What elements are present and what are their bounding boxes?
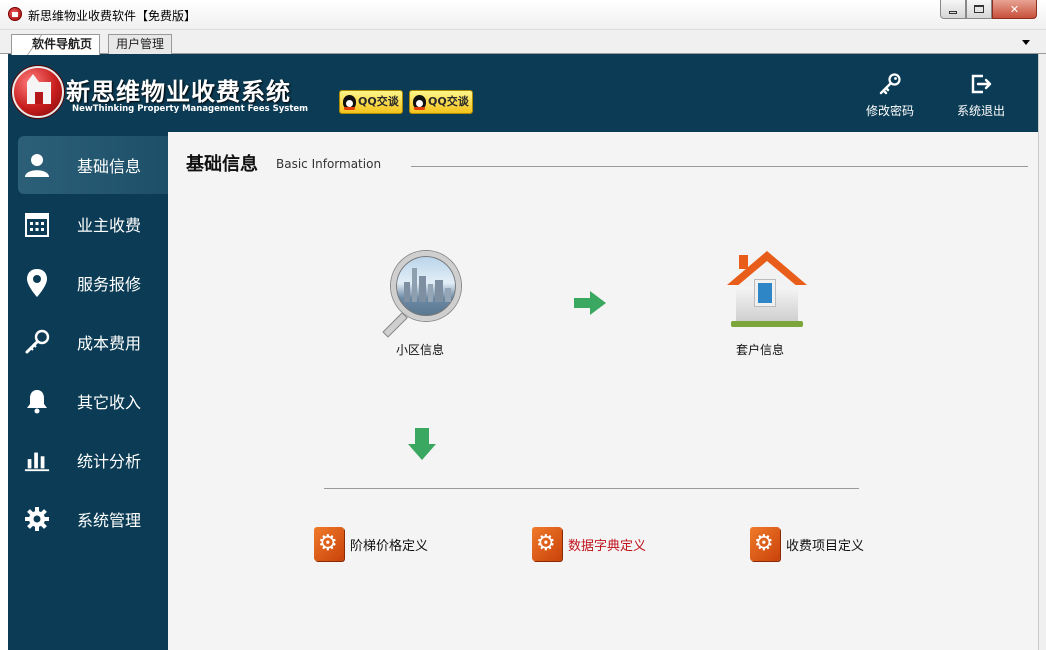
window-right-border [1038,54,1046,650]
qq-chat-button-1[interactable]: QQ交谈 [339,90,403,114]
calendar-icon [24,211,50,237]
tab-user-management[interactable]: 用户管理 [108,34,173,54]
qq-penguin-icon [413,95,426,110]
brand-subtitle: NewThinking Property Management Fees Sys… [72,104,309,114]
main-frame: 新思维物业收费系统 NewThinking Property Managemen… [8,54,1038,650]
customer-info-module[interactable]: 套户信息 [700,247,820,358]
sidebar-item-label: 业主收费 [77,216,142,235]
sidebar-item-system-management[interactable]: 系统管理 [18,490,168,548]
qq-penguin-icon [343,95,356,110]
close-icon: ✕ [1009,2,1020,16]
fee-item-definition-label: 收费项目定义 [786,538,865,554]
window-controls: ✕ [940,0,1037,20]
qq-chat-button-2[interactable]: QQ交谈 [409,90,473,114]
sidebar-item-label: 统计分析 [77,452,142,471]
key-icon [879,73,901,95]
data-dictionary-definition-label: 数据字典定义 [568,538,647,554]
sidebar-item-label: 基础信息 [77,157,142,176]
tab-dropdown-icon[interactable] [1022,40,1030,45]
window-title-bar: 新思维物业收费软件【免费版】 ✕ [0,0,1046,30]
qq-chat-label: QQ交谈 [428,95,469,108]
sidebar-item-other-income[interactable]: 其它收入 [18,372,168,430]
system-exit-label: 系统退出 [956,104,1005,118]
system-exit-button[interactable]: 系统退出 [946,72,1016,119]
tiered-price-definition-label: 阶梯价格定义 [350,538,429,554]
gear-tile-icon [532,527,562,561]
magnifier-city-icon [375,247,465,338]
brand-logo [12,66,64,118]
customer-info-label: 套户信息 [735,343,784,357]
sidebar-item-label: 服务报修 [77,275,142,294]
close-button[interactable]: ✕ [992,0,1037,19]
brand-title: 新思维物业收费系统 [66,78,291,106]
page-title: 基础信息 [186,154,258,175]
minimize-button[interactable] [940,0,966,19]
page-subtitle: Basic Information [276,157,382,171]
data-dictionary-definition-link[interactable]: 数据字典定义 [532,526,646,562]
logout-icon [971,74,992,94]
bell-icon [24,388,50,414]
tiered-price-definition-link[interactable]: 阶梯价格定义 [314,526,428,562]
arrow-down-icon [408,428,436,460]
title-divider [411,166,1028,167]
sidebar-item-label: 成本费用 [77,334,142,353]
house-icon [715,247,807,333]
app-header: 新思维物业收费系统 NewThinking Property Managemen… [8,54,1038,132]
community-info-module[interactable]: 小区信息 [360,247,480,358]
sidebar-item-cost-expense[interactable]: 成本费用 [18,313,168,371]
sidebar: 基础信息 业主收费 服务报修 成本费用 其它收入 统计分析 系统管理 [8,132,168,650]
sidebar-item-statistics[interactable]: 统计分析 [18,431,168,489]
sidebar-item-label: 其它收入 [77,393,142,412]
map-pin-icon [24,269,50,297]
logo-house-icon [27,74,51,104]
qq-chat-label: QQ交谈 [358,95,399,108]
gear-tile-icon [750,527,780,561]
tab-software-navigation[interactable]: 软件导航页 [11,34,101,55]
bar-chart-icon [24,447,50,473]
change-password-button[interactable]: 修改密码 [855,72,925,119]
app-icon [8,7,22,21]
tool-icon [24,329,50,355]
tab-strip: 软件导航页 用户管理 [0,30,1046,55]
sidebar-item-label: 系统管理 [77,511,142,530]
change-password-label: 修改密码 [865,104,914,118]
community-info-label: 小区信息 [395,343,444,357]
section-divider [324,488,859,489]
gear-icon [24,506,50,532]
fee-item-definition-link[interactable]: 收费项目定义 [750,526,864,562]
maximize-icon [974,5,984,13]
sidebar-item-basic-info[interactable]: 基础信息 [18,136,168,194]
arrow-right-icon [574,291,606,315]
sidebar-item-owner-charges[interactable]: 业主收费 [18,195,168,253]
gear-tile-icon [314,527,344,561]
maximize-button[interactable] [966,0,992,19]
window-title: 新思维物业收费软件【免费版】 [28,9,197,23]
minimize-icon [949,10,957,14]
sidebar-item-service-repair[interactable]: 服务报修 [18,254,168,312]
content-panel: 基础信息 Basic Information 小区信息 套户信息 ⚙ 阶梯价格定… [168,132,1038,650]
user-icon [24,152,50,178]
